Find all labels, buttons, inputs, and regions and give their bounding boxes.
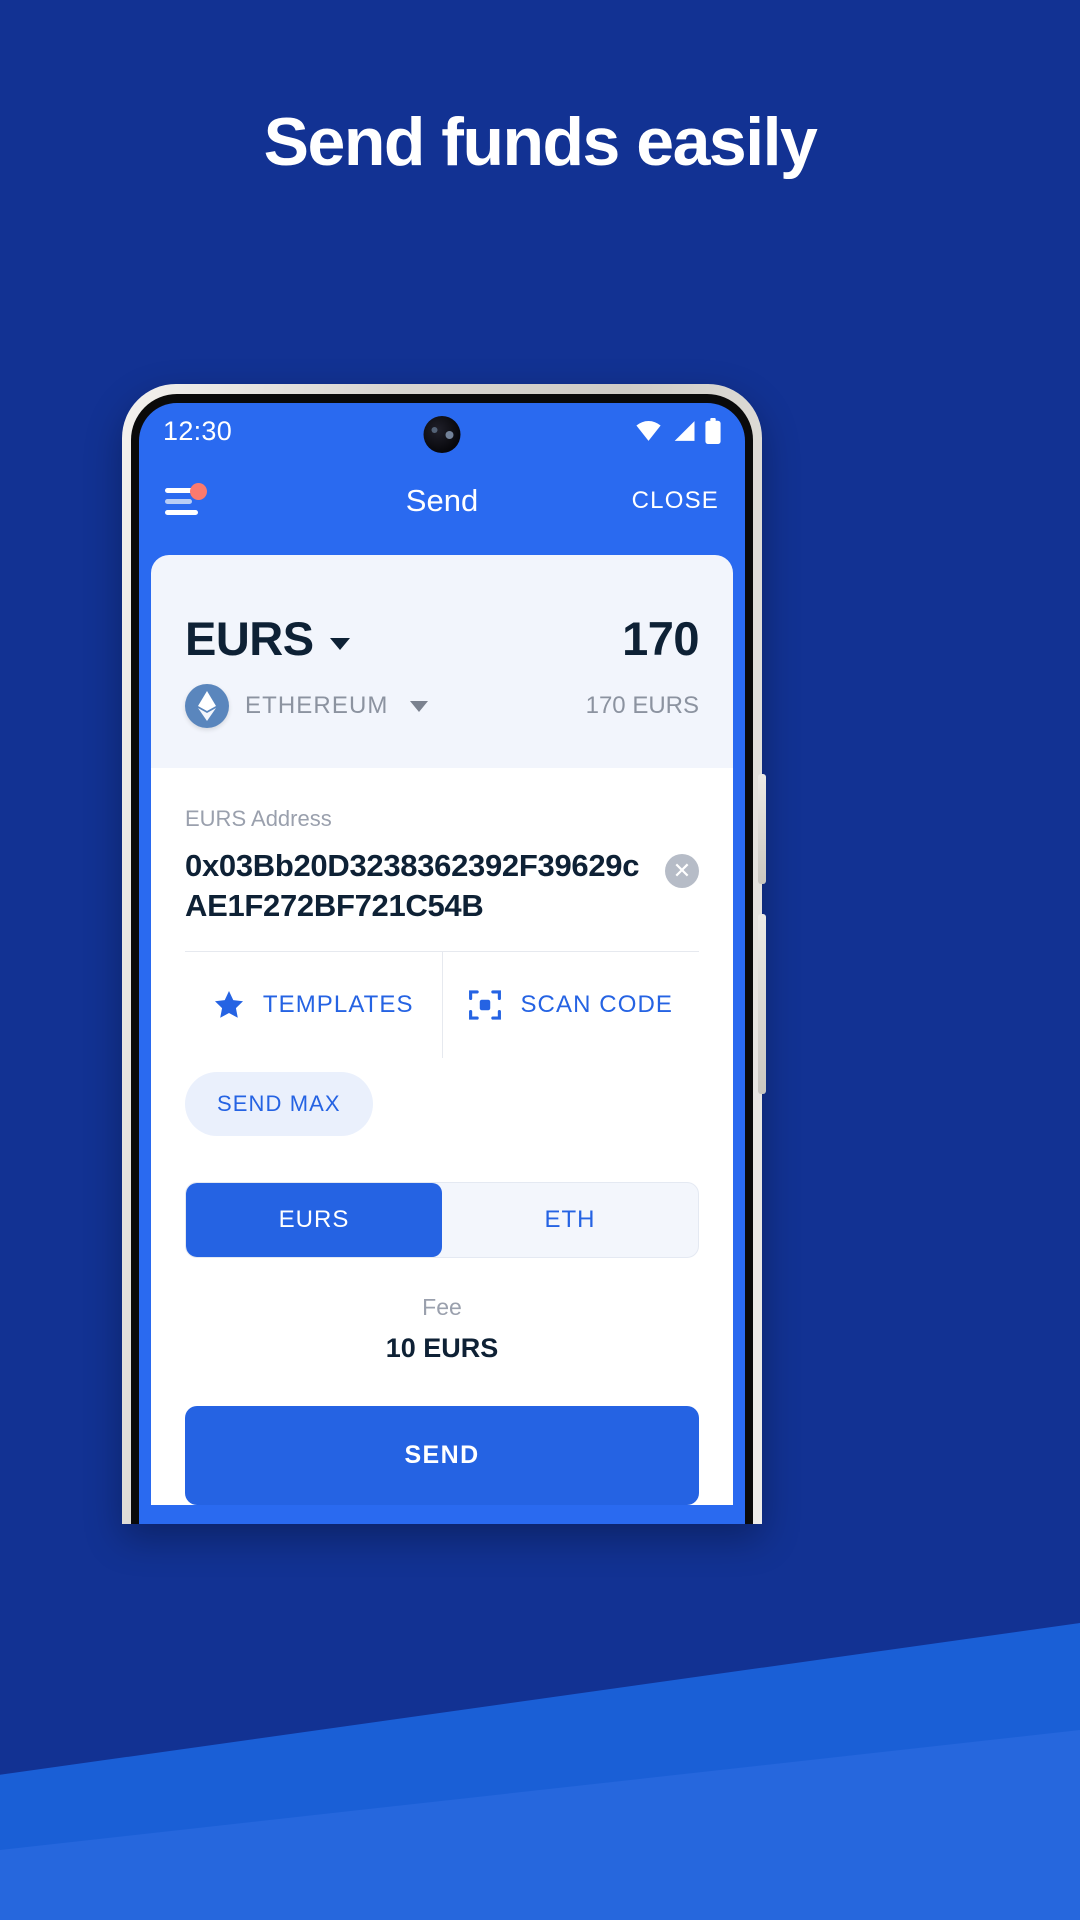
page-headline: Send funds easily: [263, 104, 818, 180]
address-field-label: EURS Address: [185, 806, 332, 831]
currency-selector[interactable]: EURS: [185, 611, 350, 666]
wifi-icon: [636, 421, 661, 441]
scan-code-button[interactable]: SCAN CODE: [441, 952, 700, 1059]
close-button[interactable]: CLOSE: [632, 487, 719, 515]
status-bar: 12:30: [139, 403, 745, 459]
address-actions: TEMPLATES SCAN CODE: [185, 951, 700, 1059]
amount-value[interactable]: 170: [622, 611, 699, 666]
network-selector[interactable]: ETHEREUM: [185, 684, 429, 728]
fee-currency-option-eurs[interactable]: EURS: [186, 1183, 442, 1258]
close-circle-icon[interactable]: ✕: [665, 854, 699, 888]
templates-label: TEMPLATES: [262, 991, 414, 1019]
phone-mockup: 12:30 Send CLOSE EURS 170 ETHEREUM 170 E…: [122, 384, 766, 1524]
ethereum-icon: [185, 684, 229, 728]
amount-subtext: 170 EURS: [585, 692, 699, 719]
balance-card-top-row: EURS 170: [185, 611, 699, 666]
burger-line-3: [165, 510, 198, 515]
phone-screen: 12:30 Send CLOSE EURS 170 ETHEREUM 170 E…: [139, 403, 745, 1524]
cellular-signal-icon: [674, 421, 695, 441]
fee-currency-option-eth[interactable]: ETH: [442, 1183, 698, 1257]
fee-currency-toggle: EURS ETH: [185, 1182, 699, 1259]
star-icon: [214, 991, 243, 1019]
balance-card-bottom-row: ETHEREUM 170 EURS: [185, 684, 699, 728]
app-bar: Send CLOSE: [139, 459, 745, 543]
battery-icon: [705, 418, 721, 444]
notification-dot: [190, 483, 207, 500]
currency-ticker-label: EURS: [185, 612, 314, 665]
templates-button[interactable]: TEMPLATES: [185, 952, 442, 1058]
volume-button: [758, 774, 766, 884]
status-icons: [635, 418, 721, 444]
address-input[interactable]: 0x03Bb20D3238362392F39629cAE1F272BF721C5…: [185, 846, 651, 925]
hamburger-menu-icon[interactable]: [165, 483, 207, 516]
chevron-down-icon: [329, 637, 350, 650]
fee-value: 10 EURS: [385, 1333, 499, 1364]
send-button[interactable]: SEND: [185, 1406, 699, 1506]
send-form: EURS Address 0x03Bb20D3238362392F39629cA…: [151, 768, 733, 1506]
network-label: ETHEREUM: [245, 692, 389, 719]
camera-punch-hole: [423, 416, 461, 453]
balance-card: EURS 170 ETHEREUM 170 EURS: [151, 555, 733, 768]
address-field-row: 0x03Bb20D3238362392F39629cAE1F272BF721C5…: [185, 846, 699, 925]
fee-label: Fee: [422, 1294, 462, 1321]
burger-line-2: [165, 499, 192, 504]
scan-code-label: SCAN CODE: [520, 991, 674, 1019]
chevron-down-icon: [410, 700, 429, 712]
send-max-button[interactable]: SEND MAX: [185, 1072, 373, 1137]
status-clock: 12:30: [163, 415, 233, 446]
power-button: [758, 914, 766, 1094]
qr-scan-icon: [469, 990, 502, 1020]
